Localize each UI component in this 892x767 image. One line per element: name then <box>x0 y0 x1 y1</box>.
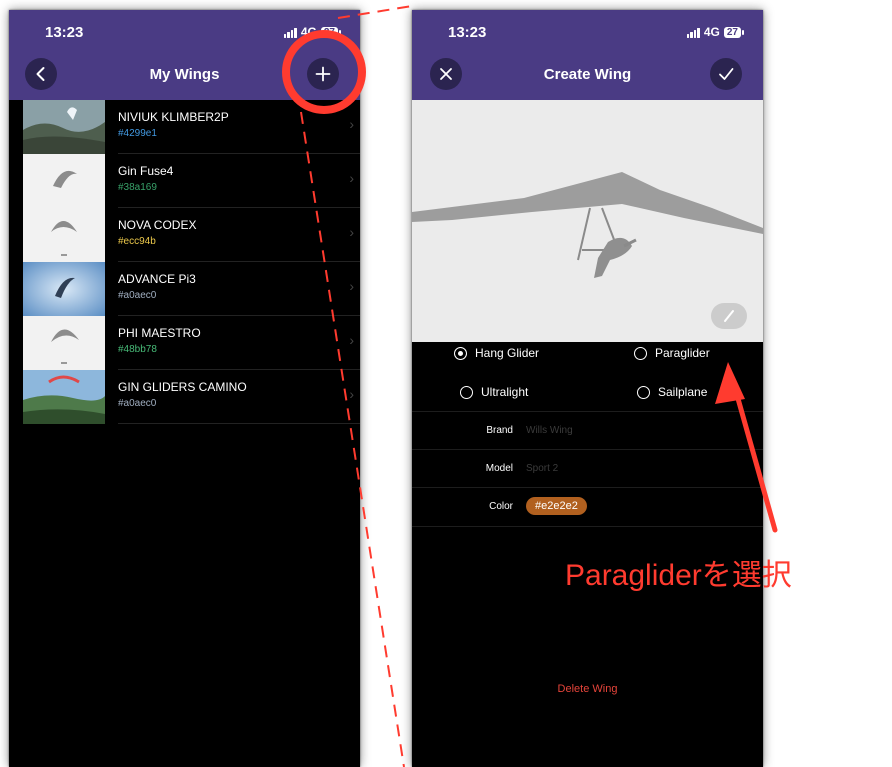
highlight-circle <box>282 30 366 114</box>
annotation-arrow-head <box>715 362 745 404</box>
annotation-overlay <box>282 5 778 767</box>
annotation-arrow-shaft <box>732 385 778 533</box>
callout-dashed-line <box>337 5 413 19</box>
callout-dashed-line <box>300 111 405 767</box>
annotation-label: Paragliderを選択 <box>565 559 792 592</box>
